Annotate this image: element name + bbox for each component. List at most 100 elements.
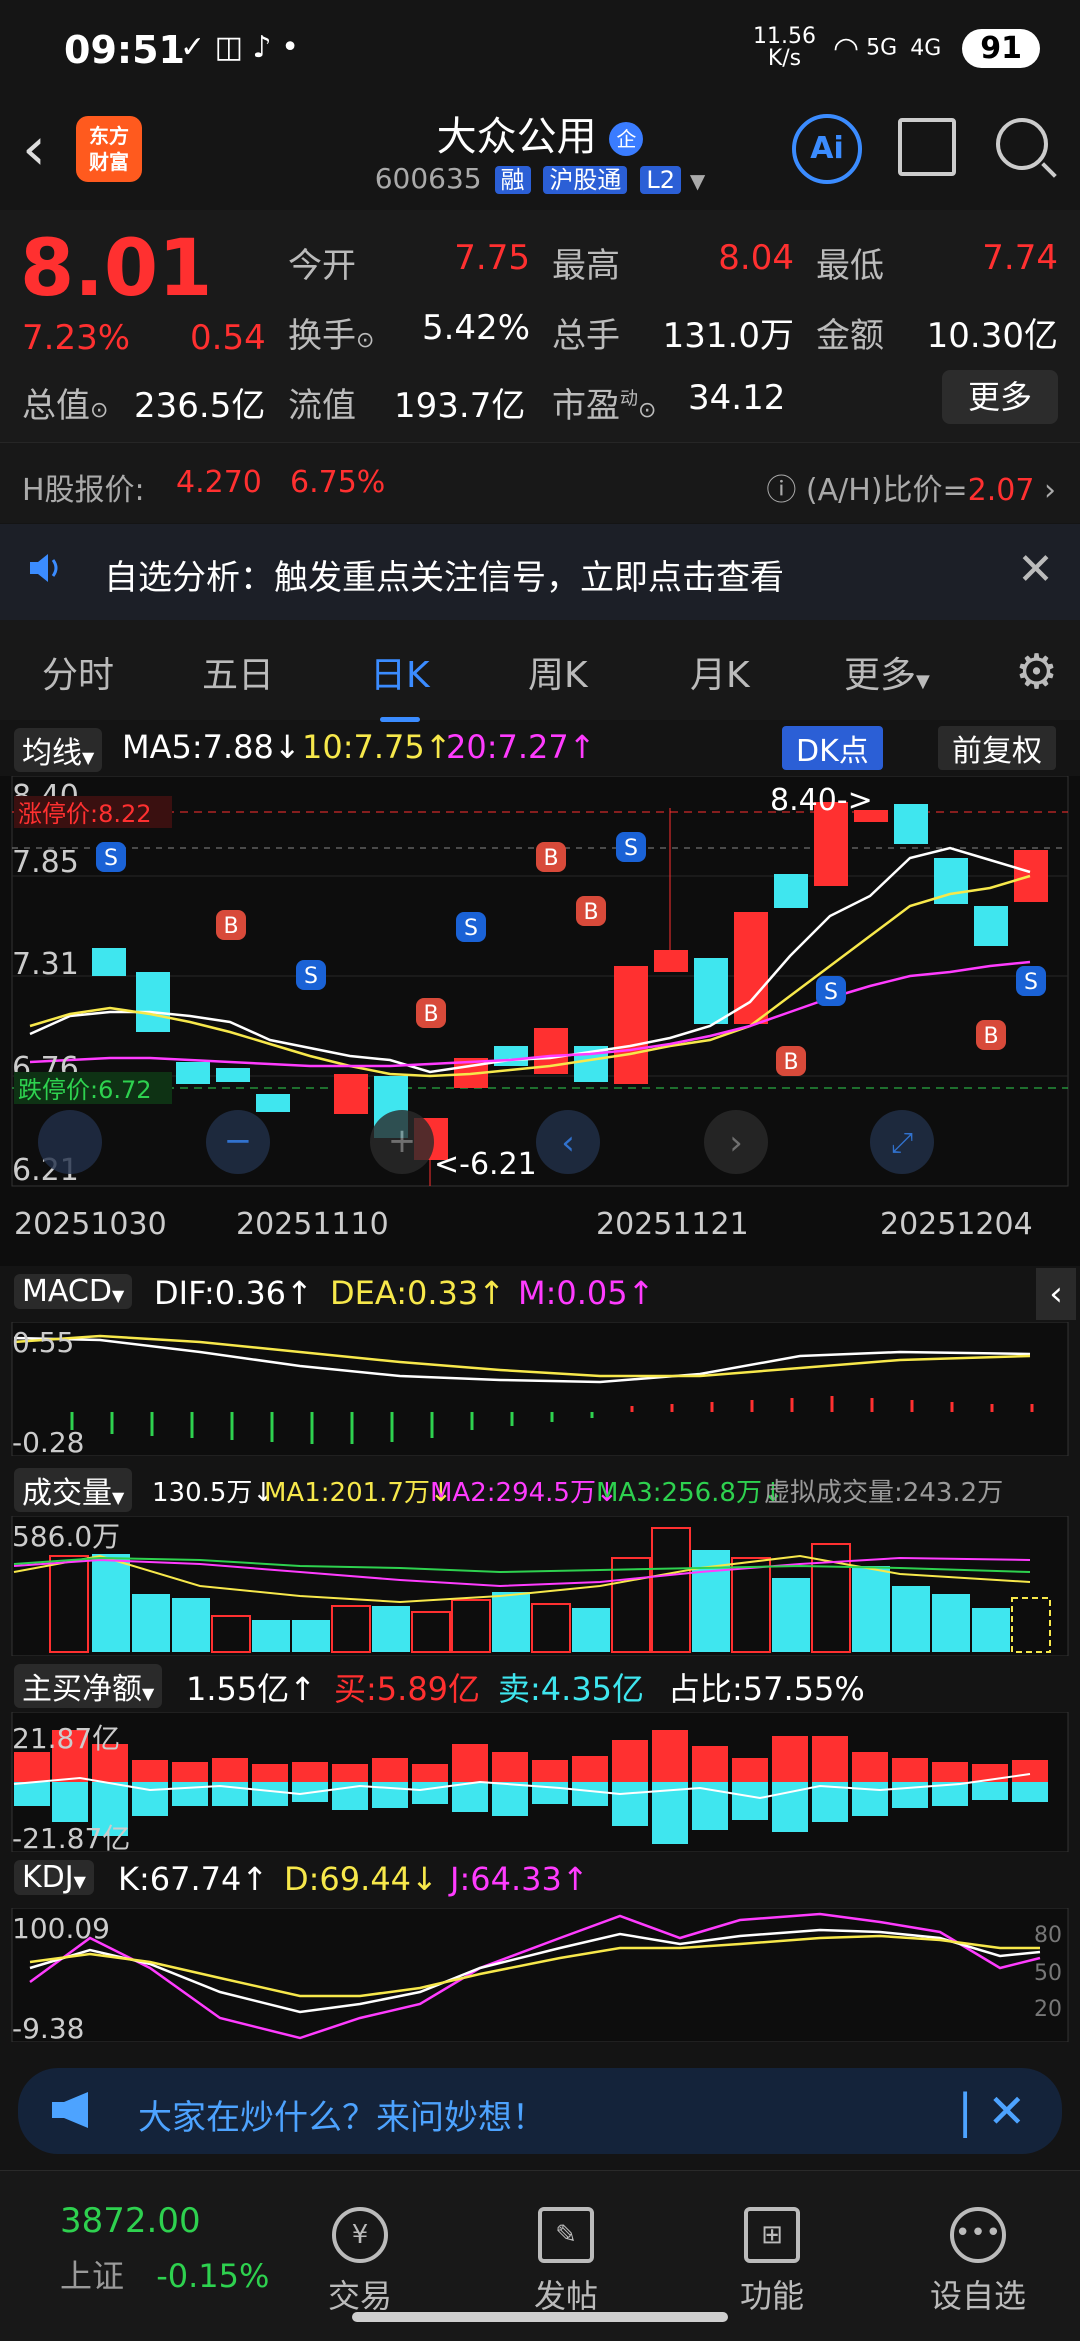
volume-legend: 成交量▼ 130.5万↓ MA1:201.7万↓ MA2:294.5万↓ MA3…: [0, 1462, 1080, 1514]
tab-watchlist-label: 设自选: [929, 2277, 1026, 2315]
connect-badge: 沪股通: [543, 166, 628, 194]
collapse-icon[interactable]: ‹: [1036, 1268, 1076, 1320]
ask-banner[interactable]: 大家在炒什么？来问妙想！ | ✕: [18, 2068, 1062, 2154]
ai-button[interactable]: Ai: [792, 114, 862, 184]
macd-dif: DIF:0.36↑: [154, 1274, 313, 1312]
status-right: 11.56 K/s ◠ 5G 4G 91: [753, 26, 1040, 70]
kdj-y-bottom: -9.38: [12, 2012, 84, 2042]
hshare-row[interactable]: H股报价: 4.270 6.75% ⓘ (A/H)比价=2.07 ›: [0, 442, 1080, 523]
tab-five-day[interactable]: 五日: [202, 646, 274, 698]
tab-daily-k[interactable]: 日K: [370, 646, 430, 722]
svg-text:S: S: [1024, 970, 1038, 995]
svg-text:B: B: [983, 1024, 998, 1049]
min-price-label: <-6.21: [434, 1147, 537, 1182]
tab-post[interactable]: ✎ 发帖: [506, 2207, 626, 2317]
netbuy-selector[interactable]: 主买净额▼: [14, 1664, 163, 1708]
high-value: 8.04: [718, 238, 794, 278]
svg-text:B: B: [543, 846, 558, 871]
gear-icon[interactable]: ⚙: [1015, 644, 1058, 700]
svg-text:›: ›: [729, 1123, 743, 1163]
volume-selector[interactable]: 成交量▼: [14, 1468, 133, 1512]
tab-functions[interactable]: ⊞ 功能: [712, 2207, 832, 2317]
index-ticker[interactable]: 3872.00 上证 -0.15%: [60, 2201, 269, 2297]
open-value: 7.75: [454, 238, 530, 278]
more-button[interactable]: 更多: [942, 370, 1058, 424]
ma-legend: 均线▼ MA5:7.88↓ 10:7.75↑ 20:7.27↑ DK点 前复权: [0, 722, 1080, 774]
svg-text:S: S: [824, 980, 838, 1005]
volume-ma3: MA3:256.8万↓: [596, 1478, 784, 1508]
date-label-2: 20251110: [236, 1207, 389, 1242]
turnover-value: 5.42%: [421, 308, 530, 348]
candle: [136, 972, 170, 1032]
candle: [614, 966, 648, 1084]
kdj-d: D:69.44↓: [284, 1860, 438, 1898]
candle: [216, 1068, 250, 1082]
y2-label: 7.85: [12, 845, 79, 880]
macd-y-top: 0.55: [12, 1326, 74, 1359]
low-label: 最低: [816, 246, 884, 286]
status-bar: 09:51 ✓ ◫ ♪ • 11.56 K/s ◠ 5G 4G 91: [0, 0, 1080, 100]
margin-badge: 融: [494, 166, 531, 194]
hshare-price: 4.270: [176, 465, 262, 500]
kdj-legend: KDJ▼ K:67.74↑ D:69.44↓ J:64.33↑: [0, 1854, 1080, 1906]
stock-name: 大众公用: [436, 114, 597, 160]
candle: [974, 906, 1008, 946]
status-app-icons: ✓ ◫ ♪ •: [180, 30, 299, 65]
high-label: 最高: [552, 246, 620, 286]
candle: [494, 1046, 528, 1066]
svg-text:B: B: [223, 914, 238, 939]
tab-watchlist[interactable]: ••• 设自选: [918, 2207, 1038, 2317]
hshare-label: H股报价:: [22, 473, 145, 508]
notice-bar[interactable]: 自选分析：触发重点关注信号，立即点击查看 ✕: [0, 524, 1080, 620]
netbuy-chart: 21.87亿 -21.87亿: [11, 1712, 1069, 1852]
svg-text:B: B: [423, 1002, 438, 1027]
netbuy-y-top: 21.87亿: [12, 1722, 120, 1755]
float-value: 193.7亿: [394, 386, 526, 426]
share-icon[interactable]: [898, 118, 956, 176]
search-icon[interactable]: [996, 118, 1048, 170]
kline-chart[interactable]: S B S B S B B S B S B S 8.40 7.85 7.31 6…: [0, 776, 1080, 1266]
tab-functions-label: 功能: [739, 2277, 804, 2315]
svg-text:S: S: [464, 916, 478, 941]
candle: [256, 1094, 290, 1112]
ma5-value: MA5:7.88↓: [122, 728, 301, 766]
macd-chart: 0.55 -0.28: [11, 1322, 1069, 1456]
l2-badge: L2: [640, 166, 681, 194]
max-price-label: 8.40->: [770, 783, 873, 818]
ma10-value: 10:7.75↑: [302, 728, 452, 766]
kdj-y-top: 100.09: [12, 1912, 110, 1945]
tab-trade[interactable]: ¥ 交易: [300, 2207, 420, 2317]
change-amount: 0.54: [190, 318, 266, 358]
pe-label: 市盈动⊙: [552, 386, 657, 426]
tab-weekly-k[interactable]: 周K: [528, 646, 588, 698]
quote-panel: 8.01 7.23% 0.54 今开 7.75 最高 8.04 最低 7.74 …: [0, 210, 1080, 442]
svg-text:S: S: [304, 964, 318, 989]
close-icon[interactable]: | ✕: [957, 2084, 1026, 2138]
wifi-icon: ◠: [832, 30, 860, 66]
tab-more[interactable]: 更多▼: [844, 646, 930, 698]
date-label-1: 20251030: [14, 1207, 167, 1242]
kdj-j: J:64.33↑: [450, 1860, 589, 1898]
y3-label: 7.31: [12, 947, 79, 982]
macd-selector[interactable]: MACD▼: [14, 1274, 133, 1309]
open-label: 今开: [288, 246, 356, 286]
index-value: 3872.00: [60, 2201, 201, 2241]
kdj-selector[interactable]: KDJ▼: [14, 1860, 94, 1895]
candle: [774, 874, 808, 908]
netbuy-value: 1.55亿↑: [186, 1670, 317, 1708]
svg-text:S: S: [104, 846, 118, 871]
net-speed-unit: K/s: [767, 46, 802, 71]
grid-icon: ⊞: [744, 2207, 800, 2263]
more-dots-icon: •••: [950, 2207, 1006, 2263]
netbuy-legend: 主买净额▼ 1.55亿↑ 买:5.89亿 卖:4.35亿 占比:57.55%: [0, 1658, 1080, 1710]
change-percent: 7.23%: [22, 318, 131, 358]
tab-intraday[interactable]: 分时: [42, 646, 114, 698]
mcap-value: 236.5亿: [134, 386, 266, 426]
dk-button[interactable]: DK点: [782, 726, 883, 770]
adjust-button[interactable]: 前复权: [938, 726, 1056, 770]
tab-monthly-k[interactable]: 月K: [690, 646, 750, 698]
svg-text:‹: ‹: [561, 1123, 575, 1163]
close-icon[interactable]: ✕: [1017, 544, 1054, 595]
svg-text:B: B: [583, 900, 598, 925]
ma-selector[interactable]: 均线▼: [14, 728, 103, 772]
